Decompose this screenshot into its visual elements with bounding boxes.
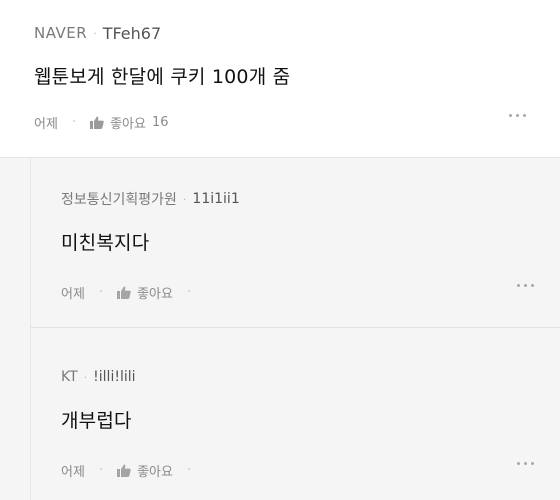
action-separator: · xyxy=(186,284,192,300)
reply-actions: 어제 · 좋아요 · xyxy=(61,282,534,302)
reply-text: 미친복지다 xyxy=(61,232,150,254)
comment-source: NAVER xyxy=(34,24,88,42)
reply-text: 개부럽다 xyxy=(61,410,132,432)
action-separator: · xyxy=(98,462,104,478)
reply-source: 정보통신기획평가원 xyxy=(61,192,177,208)
reply-source: KT xyxy=(61,369,78,385)
meta-separator: · xyxy=(83,370,88,384)
reply-username[interactable]: !illi!lili xyxy=(93,369,135,385)
comment: NAVER · TFeh67 웹툰보게 한달에 쿠키 100개 줌 어제 · 좋… xyxy=(0,0,560,158)
like-count: 16 xyxy=(151,114,169,130)
like-label: 좋아요 xyxy=(137,286,173,302)
like-button[interactable]: 좋아요 xyxy=(117,461,173,480)
thumbs-up-icon xyxy=(117,464,131,477)
reply: 정보통신기획평가원 · 11i1ii1 미친복지다 어제 · 좋아요 · xyxy=(30,158,560,328)
comment-actions: 어제 · 좋아요 16 xyxy=(34,112,526,132)
action-separator: · xyxy=(71,114,77,130)
reply: KT · !illi!lili 개부럽다 어제 · 좋아요 · xyxy=(30,328,560,500)
meta-separator: · xyxy=(93,26,97,40)
like-button[interactable]: 좋아요 16 xyxy=(90,113,169,132)
reply-time: 어제 xyxy=(61,464,85,480)
comment-username[interactable]: TFeh67 xyxy=(103,24,161,43)
action-separator: · xyxy=(186,462,192,478)
reply-meta: 정보통신기획평가원 · 11i1ii1 xyxy=(61,188,534,210)
like-label: 좋아요 xyxy=(110,116,146,132)
reply-meta: KT · !illi!lili xyxy=(61,366,534,388)
comment-text: 웹툰보게 한달에 쿠키 100개 줌 xyxy=(34,66,291,88)
like-button[interactable]: 좋아요 xyxy=(117,283,173,302)
reply-actions: 어제 · 좋아요 · xyxy=(61,460,534,480)
comment-meta: NAVER · TFeh67 xyxy=(34,22,526,44)
meta-separator: · xyxy=(182,192,187,206)
more-options-icon[interactable] xyxy=(509,114,526,117)
reply-time: 어제 xyxy=(61,286,85,302)
comment-thread: NAVER · TFeh67 웹툰보게 한달에 쿠키 100개 줌 어제 · 좋… xyxy=(0,0,560,500)
like-label: 좋아요 xyxy=(137,464,173,480)
comment-time: 어제 xyxy=(34,116,58,132)
thumbs-up-icon xyxy=(90,116,104,129)
reply-username[interactable]: 11i1ii1 xyxy=(192,191,239,207)
more-options-icon[interactable] xyxy=(517,284,534,287)
action-separator: · xyxy=(98,284,104,300)
thumbs-up-icon xyxy=(117,286,131,299)
more-options-icon[interactable] xyxy=(517,462,534,465)
